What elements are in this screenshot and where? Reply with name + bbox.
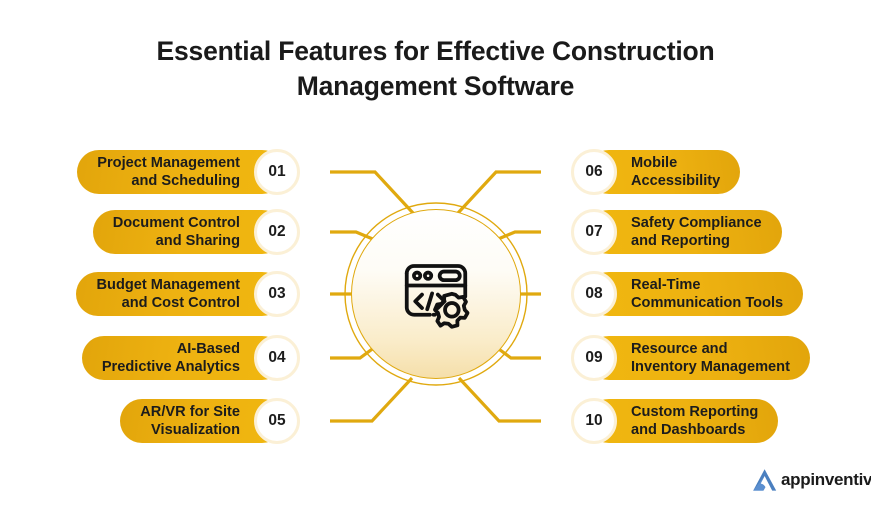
feature-number-06: 06 [571,149,617,195]
feature-row-01[interactable]: Project Management and Scheduling 01 [77,146,300,198]
feature-number-05: 05 [254,398,300,444]
feature-number-03: 03 [254,271,300,317]
center-hub [351,209,521,379]
feature-pill-08[interactable]: Real-Time Communication Tools [587,272,804,316]
feature-number-09: 09 [571,335,617,381]
page-title: Essential Features for Effective Constru… [0,34,871,104]
feature-row-08[interactable]: 08 Real-Time Communication Tools [571,268,804,320]
feature-row-10[interactable]: 10 Custom Reporting and Dashboards [571,395,779,447]
appinventiv-chevron-logo-icon [753,469,777,491]
page-title-line-2: Management Software [296,71,575,102]
brand-logo: appinventiv [752,468,871,492]
feature-label-10: Custom Reporting and Dashboards [631,403,759,438]
infographic-canvas: Essential Features for Effective Constru… [0,0,871,510]
code-window-gear-icon [404,264,470,329]
feature-label-05: AR/VR for Site Visualization [140,403,240,438]
feature-label-04: AI-Based Predictive Analytics [101,340,240,375]
feature-row-06[interactable]: 06 Mobile Accessibility [571,146,741,198]
feature-label-08: Real-Time Communication Tools [631,276,784,311]
feature-label-01: Project Management and Scheduling [97,154,240,189]
connector-01 [330,170,415,215]
feature-number-04: 04 [254,335,300,381]
connector-06 [456,170,541,215]
feature-label-03: Budget Management and Cost Control [96,276,240,311]
feature-row-02[interactable]: Document Control and Sharing 02 [92,206,300,258]
feature-row-04[interactable]: AI-Based Predictive Analytics 04 [81,332,300,384]
feature-number-08: 08 [571,271,617,317]
feature-number-01: 01 [254,149,300,195]
feature-pill-09[interactable]: Resource and Inventory Management [587,336,810,380]
feature-number-07: 07 [571,209,617,255]
brand-logo-text: appinventiv [781,470,871,489]
feature-number-10: 10 [571,398,617,444]
connector-05 [330,376,414,423]
feature-pill-01[interactable]: Project Management and Scheduling [77,150,284,194]
connector-10 [457,376,541,423]
feature-row-09[interactable]: 09 Resource and Inventory Management [571,332,810,384]
feature-label-02: Document Control and Sharing [112,214,240,249]
feature-label-06: Mobile Accessibility [631,154,721,189]
feature-pill-03[interactable]: Budget Management and Cost Control [76,272,284,316]
feature-label-07: Safety Compliance and Reporting [631,214,762,249]
page-title-line-1: Essential Features for Effective Constru… [156,36,715,66]
feature-label-09: Resource and Inventory Management [631,340,790,375]
feature-number-02: 02 [254,209,300,255]
feature-row-03[interactable]: Budget Management and Cost Control 03 [76,268,300,320]
feature-row-07[interactable]: 07 Safety Compliance and Reporting [571,206,782,258]
feature-row-05[interactable]: AR/VR for Site Visualization 05 [120,395,300,447]
